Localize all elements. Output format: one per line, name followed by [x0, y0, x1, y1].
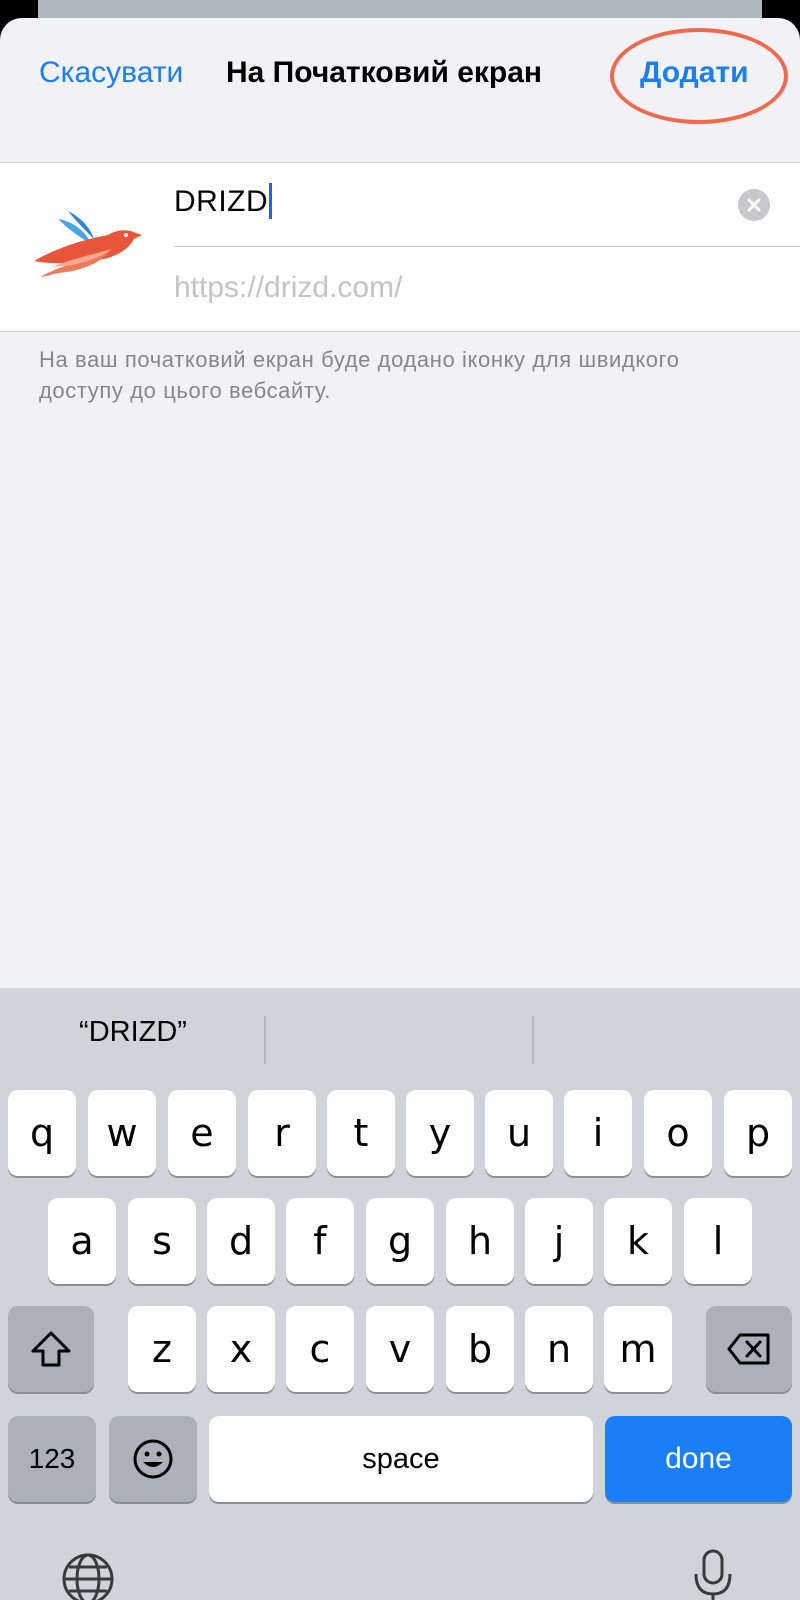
done-key[interactable]: done [605, 1416, 792, 1502]
key-t[interactable]: t [327, 1090, 395, 1176]
suggestion-divider [264, 1016, 266, 1064]
key-s[interactable]: s [128, 1198, 196, 1284]
name-row: DRIZD [174, 163, 800, 247]
microphone-icon [694, 1549, 732, 1600]
space-key[interactable]: space [209, 1416, 593, 1502]
shift-key[interactable] [8, 1306, 94, 1392]
key-q[interactable]: q [8, 1090, 76, 1176]
suggestion-bar: “DRIZD” [0, 988, 800, 1076]
key-i[interactable]: i [564, 1090, 632, 1176]
microphone-button[interactable] [690, 1548, 736, 1600]
nav-bar: Скасувати На Початковий екран Додати [0, 18, 800, 162]
key-j[interactable]: j [525, 1198, 593, 1284]
keyboard: “DRIZD” q w e r t y u i o p a s d f g h … [0, 988, 800, 1600]
key-o[interactable]: o [644, 1090, 712, 1176]
cancel-button[interactable]: Скасувати [39, 56, 183, 90]
name-input[interactable]: DRIZD [174, 183, 273, 221]
key-h[interactable]: h [446, 1198, 514, 1284]
bird-logo-icon [34, 211, 142, 277]
hint-text: На ваш початковий екран буде додано ікон… [39, 347, 680, 403]
key-m[interactable]: m [604, 1306, 672, 1392]
page-title: На Початковий екран [226, 56, 543, 89]
text-caret [269, 183, 273, 220]
key-y[interactable]: y [406, 1090, 474, 1176]
key-g[interactable]: g [366, 1198, 434, 1284]
bookmark-form: DRIZD https://drizd.com/ [0, 162, 800, 332]
url-field: https://drizd.com/ [174, 271, 403, 304]
add-to-home-sheet: Скасувати На Початковий екран Додати DRI… [0, 18, 800, 1600]
key-r[interactable]: r [248, 1090, 316, 1176]
add-button[interactable]: Додати [640, 56, 749, 90]
key-b[interactable]: b [446, 1306, 514, 1392]
shift-icon [31, 1331, 71, 1367]
key-k[interactable]: k [604, 1198, 672, 1284]
clear-icon [747, 198, 761, 212]
key-d[interactable]: d [207, 1198, 275, 1284]
key-n[interactable]: n [525, 1306, 593, 1392]
key-p[interactable]: p [724, 1090, 792, 1176]
emoji-icon [133, 1439, 173, 1479]
globe-icon [62, 1553, 114, 1600]
backspace-icon [727, 1333, 770, 1365]
key-x[interactable]: x [207, 1306, 275, 1392]
clear-button[interactable] [738, 189, 770, 221]
key-v[interactable]: v [366, 1306, 434, 1392]
name-input-value: DRIZD [174, 185, 269, 218]
key-w[interactable]: w [88, 1090, 156, 1176]
key-l[interactable]: l [684, 1198, 752, 1284]
key-e[interactable]: e [168, 1090, 236, 1176]
key-z[interactable]: z [128, 1306, 196, 1392]
emoji-key[interactable] [109, 1416, 197, 1502]
delete-key[interactable] [706, 1306, 792, 1392]
key-u[interactable]: u [485, 1090, 553, 1176]
numbers-key[interactable]: 123 [8, 1416, 96, 1502]
key-f[interactable]: f [286, 1198, 354, 1284]
suggestion-item[interactable]: “DRIZD” [0, 988, 266, 1076]
suggestion-divider [532, 1016, 534, 1064]
key-a[interactable]: a [48, 1198, 116, 1284]
key-c[interactable]: c [286, 1306, 354, 1392]
globe-button[interactable] [60, 1551, 116, 1600]
